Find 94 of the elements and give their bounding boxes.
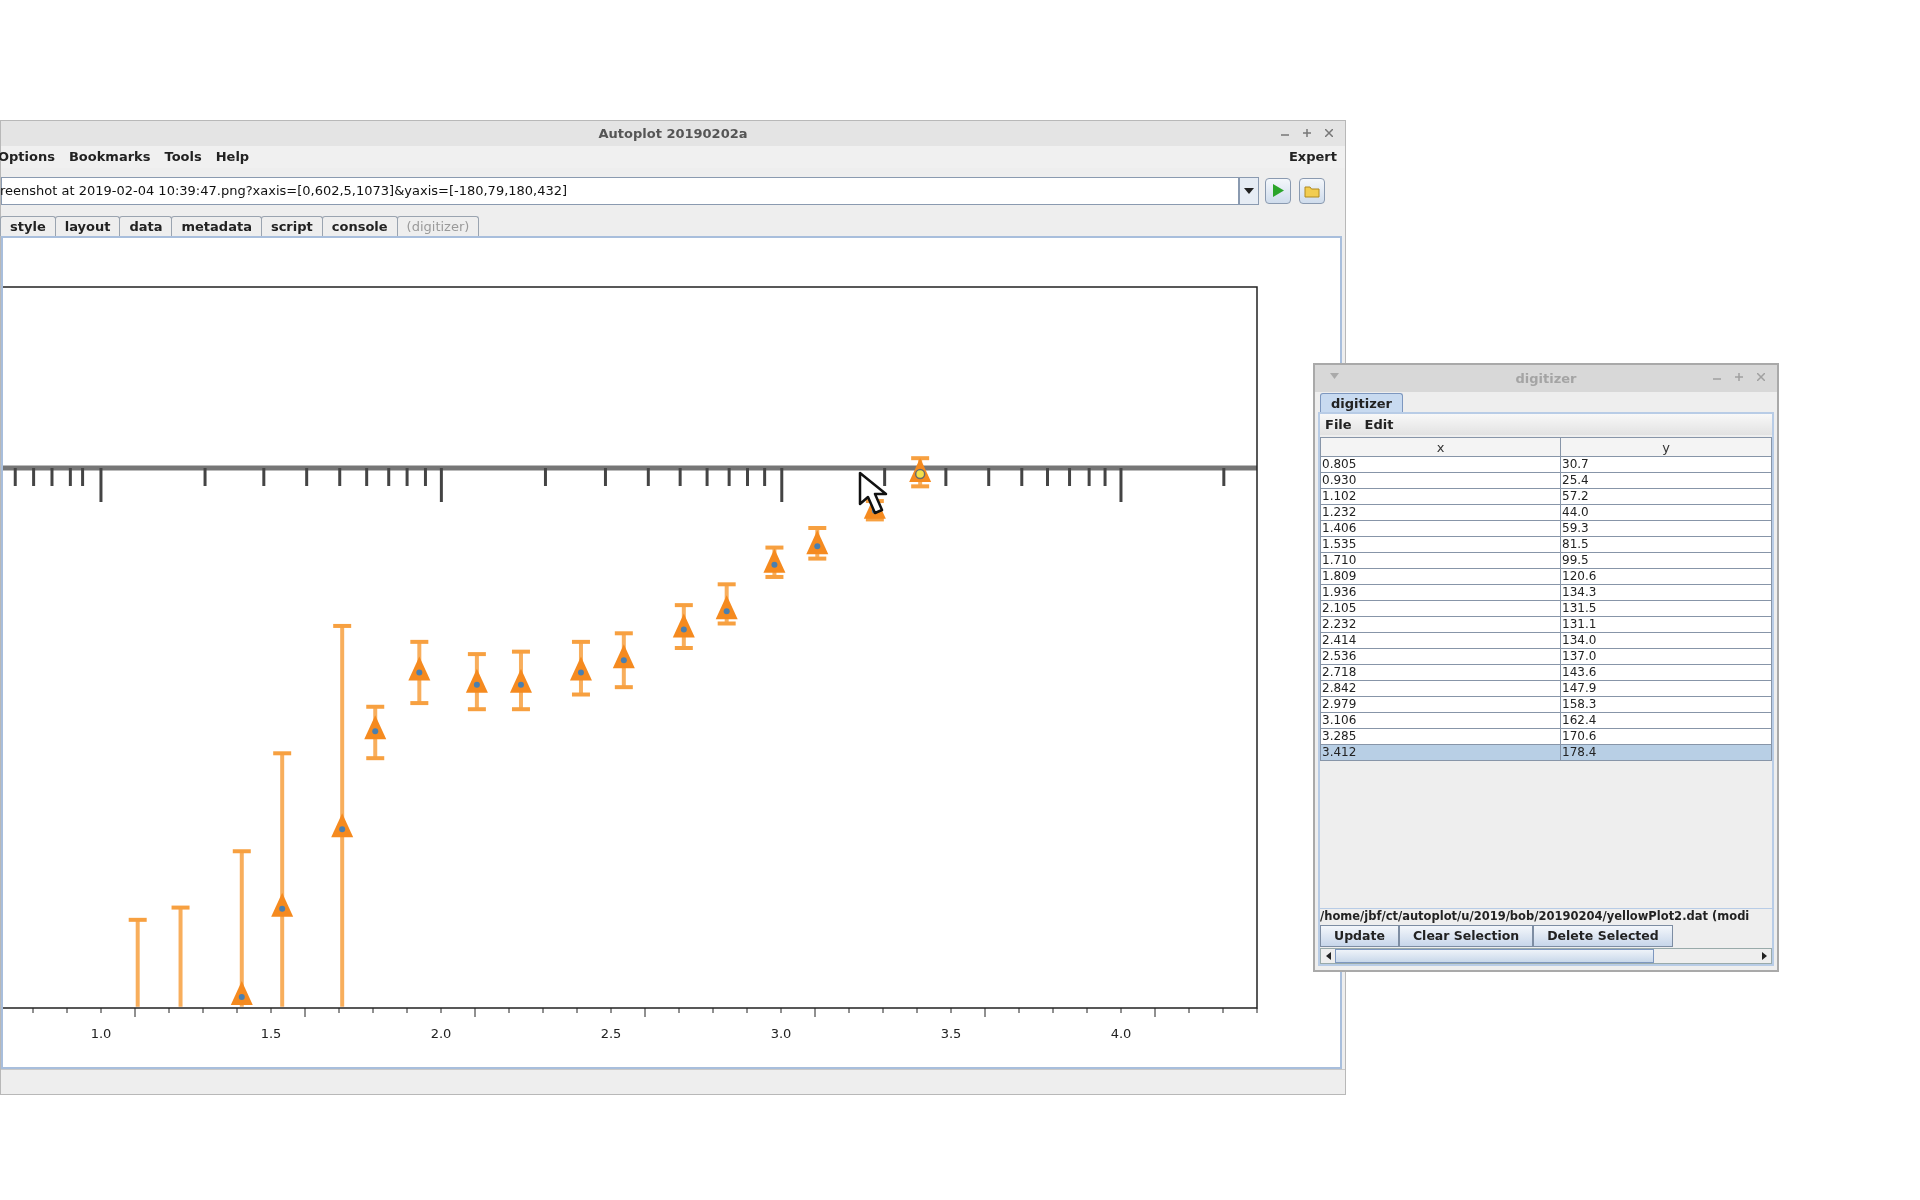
table-row[interactable]: 3.412 178.4 xyxy=(1321,745,1772,761)
open-file-button[interactable] xyxy=(1299,177,1325,204)
table-cell: 30.7 xyxy=(1561,457,1772,472)
table-row[interactable]: 2.979 158.3 xyxy=(1321,697,1772,713)
maximize-icon[interactable] xyxy=(1735,373,1743,381)
caret-icon xyxy=(1244,187,1254,194)
table-row[interactable]: 2.536 137.0 xyxy=(1321,649,1772,665)
table-row[interactable]: 1.936 134.3 xyxy=(1321,585,1772,601)
horizontal-scrollbar[interactable] xyxy=(1320,948,1772,964)
table-cell: 134.0 xyxy=(1561,633,1772,648)
table-cell: 1.809 xyxy=(1321,569,1561,584)
table-cell: 2.232 xyxy=(1321,617,1561,632)
close-icon[interactable] xyxy=(1757,373,1765,381)
table-cell: 1.102 xyxy=(1321,489,1561,504)
table-row[interactable]: 0.805 30.7 xyxy=(1321,457,1772,473)
table-cell: 2.718 xyxy=(1321,665,1561,680)
table-row[interactable]: 3.106 162.4 xyxy=(1321,713,1772,729)
axis-tick-label: 4.0 xyxy=(1110,1026,1132,1041)
menu-item[interactable]: Tools xyxy=(164,147,202,167)
play-button[interactable] xyxy=(1265,177,1291,204)
folder-icon xyxy=(1304,183,1320,198)
table-row[interactable]: 1.710 99.5 xyxy=(1321,553,1772,569)
table-cell: 158.3 xyxy=(1561,697,1772,712)
table-cell: 2.842 xyxy=(1321,681,1561,696)
table-row[interactable]: 2.105 131.5 xyxy=(1321,601,1772,617)
table-cell: 1.406 xyxy=(1321,521,1561,536)
table-cell: 25.4 xyxy=(1561,473,1772,488)
table-row[interactable]: 2.232 131.1 xyxy=(1321,617,1772,633)
table-row[interactable]: 1.809 120.6 xyxy=(1321,569,1772,585)
table-cell: 2.979 xyxy=(1321,697,1561,712)
table-cell: 59.3 xyxy=(1561,521,1772,536)
action-button[interactable]: Delete Selected xyxy=(1533,925,1673,947)
table-row[interactable]: 1.102 57.2 xyxy=(1321,489,1772,505)
axis-tick-label: 1.0 xyxy=(90,1026,112,1041)
dropdown-button[interactable] xyxy=(1239,176,1259,205)
table-cell: 1.710 xyxy=(1321,553,1561,568)
table-cell: 2.536 xyxy=(1321,649,1561,664)
table-cell: 81.5 xyxy=(1561,537,1772,552)
close-icon[interactable] xyxy=(1325,129,1333,137)
axis-tick-label: 3.5 xyxy=(940,1026,962,1041)
scrollbar-thumb[interactable] xyxy=(1335,949,1654,963)
action-button[interactable]: Update xyxy=(1320,925,1399,947)
table-row[interactable]: 2.718 143.6 xyxy=(1321,665,1772,681)
table-cell: 1.232 xyxy=(1321,505,1561,520)
menu-item[interactable]: File xyxy=(1325,414,1352,435)
window-title: Autoplot 20190202a xyxy=(598,124,748,143)
axis-tick-label: 1.5 xyxy=(260,1026,282,1041)
table-row[interactable]: 2.414 134.0 xyxy=(1321,633,1772,649)
url-field[interactable]: reenshot at 2019-02-04 10:39:47.png?xaxis=[0,602,5,1073]&yaxis=[-180,79,180,432] xyxy=(1,176,1239,205)
expert-menu[interactable]: Expert xyxy=(1289,147,1337,167)
table-cell: 3.412 xyxy=(1321,745,1561,760)
table-cell: 3.285 xyxy=(1321,729,1561,744)
table-cell: 162.4 xyxy=(1561,713,1772,728)
tab[interactable]: style xyxy=(0,216,56,236)
table-cell: 0.805 xyxy=(1321,457,1561,472)
maximize-icon[interactable] xyxy=(1303,129,1311,137)
table-cell: 44.0 xyxy=(1561,505,1772,520)
menu-item[interactable]: Edit xyxy=(1364,414,1394,435)
axis-tick-label: 3.0 xyxy=(770,1026,792,1041)
tab[interactable]: layout xyxy=(54,216,121,236)
table-cell: 134.3 xyxy=(1561,585,1772,600)
mouse-pointer-icon xyxy=(858,471,888,515)
caret-icon[interactable] xyxy=(1330,373,1339,379)
table-row[interactable]: 3.285 170.6 xyxy=(1321,729,1772,745)
play-icon xyxy=(1272,184,1284,197)
menu-item[interactable]: Bookmarks xyxy=(68,147,151,167)
table-row[interactable]: 1.232 44.0 xyxy=(1321,505,1772,521)
menu-item[interactable]: Help xyxy=(215,147,250,167)
table-cell: 2.105 xyxy=(1321,601,1561,616)
table-row[interactable]: 1.406 59.3 xyxy=(1321,521,1772,537)
table-cell: 3.106 xyxy=(1321,713,1561,728)
table-cell: 147.9 xyxy=(1561,681,1772,696)
table-cell: 131.1 xyxy=(1561,617,1772,632)
table-row[interactable]: 0.930 25.4 xyxy=(1321,473,1772,489)
table-cell: 2.414 xyxy=(1321,633,1561,648)
axis-tick-label: 2.5 xyxy=(600,1026,622,1041)
table-cell: 0.930 xyxy=(1321,473,1561,488)
table-cell: 1.535 xyxy=(1321,537,1561,552)
table-cell: 137.0 xyxy=(1561,649,1772,664)
table-cell: 131.5 xyxy=(1561,601,1772,616)
table-cell: 1.936 xyxy=(1321,585,1561,600)
action-button[interactable]: Clear Selection xyxy=(1398,925,1534,947)
table-cell: 99.5 xyxy=(1561,553,1772,568)
table-cell: 120.6 xyxy=(1561,569,1772,584)
axis-tick-label: 2.0 xyxy=(430,1026,452,1041)
table-cell: 143.6 xyxy=(1561,665,1772,680)
tab[interactable]: script xyxy=(260,216,323,236)
table-row[interactable]: 2.842 147.9 xyxy=(1321,681,1772,697)
table-row[interactable]: 1.535 81.5 xyxy=(1321,537,1772,553)
tab[interactable]: digitizer xyxy=(1320,393,1403,412)
table-cell: 178.4 xyxy=(1561,745,1772,760)
file-path-text: /home/jbf/ct/autoplot/u/2019/bob/20190204/yellowPlot2.dat (modi xyxy=(1320,908,1750,926)
table-cell: 57.2 xyxy=(1561,489,1772,504)
table-cell: 170.6 xyxy=(1561,729,1772,744)
